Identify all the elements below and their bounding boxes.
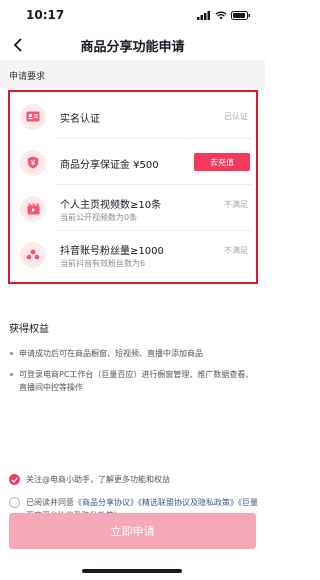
requirement-title: 抖音账号粉丝量≥1000: [60, 246, 164, 257]
benefit-item: 可登录电商PC工作台（巨量百应）进行橱窗管理、推广数据查看、直播间中控等操作: [9, 368, 255, 394]
share-agreement-link[interactable]: 《商品分享协议》: [74, 498, 138, 507]
requirement-status: 不满足: [224, 200, 248, 209]
follow-assistant-row[interactable]: 关注@电商小助手，了解更多功能和权益: [9, 473, 259, 486]
agreement-prefix: 已阅读并同意: [26, 498, 74, 507]
status-time: 10:17: [26, 8, 65, 22]
submit-button[interactable]: 立即申请: [9, 513, 256, 549]
page-title: 商品分享功能申请: [80, 39, 185, 55]
requirements-heading: 申请要求: [0, 60, 265, 88]
wifi-icon: [215, 11, 227, 19]
benefit-item: 申请成功后可在商品橱窗、短视频、直播中添加商品: [9, 347, 255, 360]
unchecked-circle-icon[interactable]: [9, 497, 20, 508]
battery-icon: [231, 10, 250, 20]
requirement-status: 不满足: [224, 246, 248, 255]
requirement-real-name: 实名认证 已认证: [20, 94, 252, 139]
requirement-title: 个人主页视频数≥10条: [60, 200, 162, 211]
follow-assistant-label: 关注@电商小助手，了解更多功能和权益: [26, 475, 170, 484]
requirement-title: 实名认证: [60, 114, 100, 125]
nav-bar: 商品分享功能申请: [0, 30, 265, 60]
requirement-status: 已认证: [224, 112, 248, 121]
chevron-left-icon: [13, 38, 22, 52]
alliance-agreement-link[interactable]: 《精选联盟协议及隐私政策》: [138, 498, 238, 507]
video-icon: [20, 195, 46, 222]
requirements-list: 实名认证 已认证 商品分享保证金 ¥500 去充值 个人主页视频数≥10条 当前…: [8, 90, 258, 284]
requirement-detail: 当前公开视频数为0条: [60, 213, 138, 222]
id-card-icon: [20, 103, 46, 130]
home-indicator: [82, 569, 182, 573]
back-button[interactable]: [8, 35, 28, 55]
requirement-deposit: 商品分享保证金 ¥500 去充值: [20, 140, 252, 185]
requirement-fans-count: 抖音账号粉丝量≥1000 当前抖音有效粉丝数为6 不满足: [20, 232, 252, 277]
signal-icon: [197, 10, 210, 20]
requirement-detail: 当前抖音有效粉丝数为6: [60, 259, 146, 268]
top-up-button[interactable]: 去充值: [194, 153, 250, 171]
fans-icon: [20, 241, 46, 268]
shield-icon: [20, 149, 46, 176]
requirement-video-count: 个人主页视频数≥10条 当前公开视频数为0条 不满足: [20, 186, 252, 231]
status-icons: [197, 10, 251, 20]
benefits-heading: 获得权益: [9, 324, 49, 335]
requirement-title: 商品分享保证金 ¥500: [60, 160, 159, 171]
checked-icon[interactable]: [9, 474, 20, 485]
status-bar: 10:17: [0, 0, 265, 30]
